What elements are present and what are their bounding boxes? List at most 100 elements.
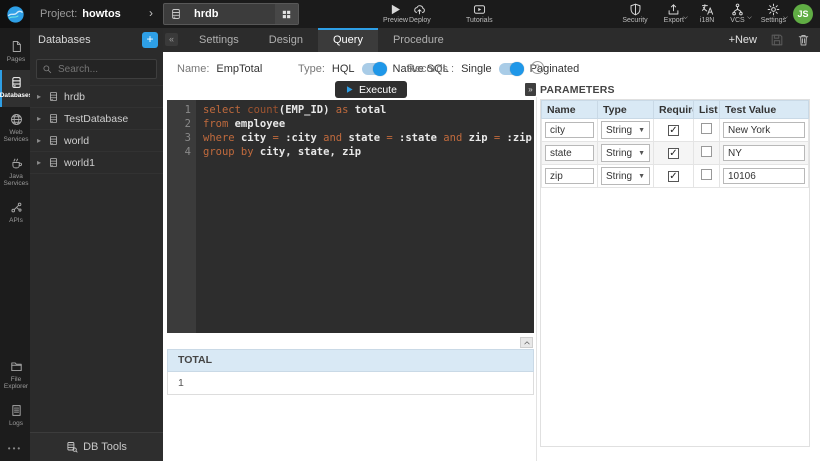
grid-icon xyxy=(281,9,292,20)
tutorials-label: Tutorials xyxy=(466,17,493,24)
param-required-checkbox[interactable]: ✓ xyxy=(668,148,679,159)
sidebar-spacer xyxy=(0,231,30,353)
save-icon[interactable] xyxy=(770,33,784,47)
database-item-world1[interactable]: ▸world1 xyxy=(30,151,163,174)
database-search-box xyxy=(36,59,157,79)
param-list-checkbox[interactable] xyxy=(701,169,712,180)
tab-settings[interactable]: Settings xyxy=(184,28,254,52)
tab-design[interactable]: Design xyxy=(254,28,318,52)
sql-token: :state xyxy=(399,132,443,144)
user-avatar[interactable]: JS xyxy=(793,4,813,24)
export-label: Export xyxy=(664,17,684,24)
type-toggle[interactable] xyxy=(362,63,386,75)
database-selector[interactable]: hrdb xyxy=(163,3,299,25)
preview-label: Preview xyxy=(383,17,408,24)
param-type-select[interactable]: String▼ xyxy=(601,121,650,139)
database-icon xyxy=(48,135,59,146)
i18n-action[interactable]: i18N xyxy=(700,3,714,24)
param-required-checkbox[interactable]: ✓ xyxy=(668,125,679,136)
param-test-value-input[interactable] xyxy=(723,168,805,184)
collapse-results-button[interactable] xyxy=(520,337,533,348)
vcs-action[interactable]: VCS xyxy=(730,3,744,24)
preview-action[interactable]: Preview xyxy=(383,3,408,24)
param-name-input[interactable] xyxy=(545,145,594,161)
grid-icon[interactable] xyxy=(275,4,298,24)
caret-right-icon[interactable]: ▸ xyxy=(37,158,43,167)
editor-code[interactable]: select count(EMP_ID) as totalfrom employ… xyxy=(196,100,534,333)
sql-token: group by xyxy=(203,146,260,158)
topbar-right-actions: Security Export i18N VCS Settings xyxy=(622,3,786,24)
param-test-value-input[interactable] xyxy=(723,145,805,161)
expand-parameters-button[interactable]: » xyxy=(525,83,536,96)
add-database-button[interactable]: + xyxy=(142,32,158,48)
page-icon xyxy=(10,40,23,53)
export-action[interactable]: Export xyxy=(664,3,684,24)
sidebar-item-pages[interactable]: Pages xyxy=(0,34,30,70)
chevron-up-icon xyxy=(523,339,531,347)
param-name-input[interactable] xyxy=(545,122,594,138)
app-logo[interactable] xyxy=(0,0,30,28)
video-icon xyxy=(473,3,486,16)
sql-token: city xyxy=(241,132,273,144)
param-test-value-input[interactable] xyxy=(723,122,805,138)
tab-query[interactable]: Query xyxy=(318,28,378,52)
sidebar-item-web-services[interactable]: Web Services xyxy=(0,107,30,151)
breadcrumb-chevron-icon: › xyxy=(149,6,153,20)
database-item-testdatabase[interactable]: ▸TestDatabase xyxy=(30,107,163,129)
param-col-required: Required xyxy=(654,101,694,119)
sidebar-more-button[interactable]: ••• xyxy=(0,434,30,461)
line-number: 2 xyxy=(167,117,191,131)
param-col-list: List xyxy=(694,101,720,119)
project-breadcrumb: Project: howtos xyxy=(40,0,121,28)
caret-right-icon[interactable]: ▸ xyxy=(37,136,43,145)
sidebar-item-apis[interactable]: APIs xyxy=(0,195,30,231)
execute-button[interactable]: Execute xyxy=(335,81,407,98)
records-toggle[interactable] xyxy=(499,63,523,75)
records-off-label: Single xyxy=(461,63,492,75)
param-type-select[interactable]: String▼ xyxy=(601,167,650,185)
settings-action[interactable]: Settings xyxy=(761,3,786,24)
database-item-world[interactable]: ▸world xyxy=(30,129,163,151)
caret-right-icon[interactable]: ▸ xyxy=(37,114,43,123)
security-action[interactable]: Security xyxy=(622,3,647,24)
databases-panel-title: Databases xyxy=(38,34,91,46)
sql-token: as xyxy=(336,104,355,116)
trash-icon[interactable] xyxy=(797,33,810,47)
sidebar-item-label: APIs xyxy=(9,217,23,224)
icon-sidebar: PagesDatabasesWeb Services Java Services A… xyxy=(0,28,30,461)
database-search-input[interactable] xyxy=(56,63,151,76)
sql-token: employee xyxy=(235,118,286,130)
sidebar-item-databases[interactable]: Databases xyxy=(0,70,30,106)
type-toggle-knob xyxy=(373,62,387,76)
export-icon xyxy=(667,3,680,16)
sidebar-item-java-services[interactable]: Java Services xyxy=(0,151,30,195)
caret-right-icon[interactable]: ▸ xyxy=(37,92,43,101)
param-list-checkbox[interactable] xyxy=(701,123,712,134)
sql-token: :zip xyxy=(507,132,532,144)
sql-editor[interactable]: 1234 select count(EMP_ID) as totalfrom e… xyxy=(167,100,534,333)
gear-icon xyxy=(767,3,780,16)
param-type-select[interactable]: String▼ xyxy=(601,144,650,162)
collapse-panel-button[interactable]: « xyxy=(165,33,178,46)
new-query-button[interactable]: +New xyxy=(729,34,757,46)
param-list-checkbox[interactable] xyxy=(701,146,712,157)
param-required-checkbox[interactable]: ✓ xyxy=(668,171,679,182)
sidebar-item-file-explorer[interactable]: File Explorer xyxy=(0,354,30,398)
sidebar-item-label: Java Services xyxy=(2,173,30,188)
deploy-action[interactable]: Deploy xyxy=(409,3,431,24)
records-group: Records : Single Paginated xyxy=(407,63,579,75)
i18n-label: i18N xyxy=(700,17,714,24)
param-type-value: String xyxy=(606,125,632,136)
sidebar-item-logs[interactable]: Logs xyxy=(0,398,30,434)
query-name-value[interactable]: EmpTotal xyxy=(216,63,262,75)
play-icon xyxy=(345,85,354,94)
param-col-name: Name xyxy=(542,101,598,119)
database-item-hrdb[interactable]: ▸hrdb xyxy=(30,85,163,107)
param-name-input[interactable] xyxy=(545,168,594,184)
database-icon xyxy=(164,4,187,24)
tab-procedure[interactable]: Procedure xyxy=(378,28,459,52)
tutorials-action[interactable]: Tutorials xyxy=(466,3,493,24)
db-tools-button[interactable]: DB Tools xyxy=(30,432,163,461)
parameter-row: String▼ ✓ xyxy=(542,142,809,165)
help-icon[interactable]: ? xyxy=(531,61,544,74)
